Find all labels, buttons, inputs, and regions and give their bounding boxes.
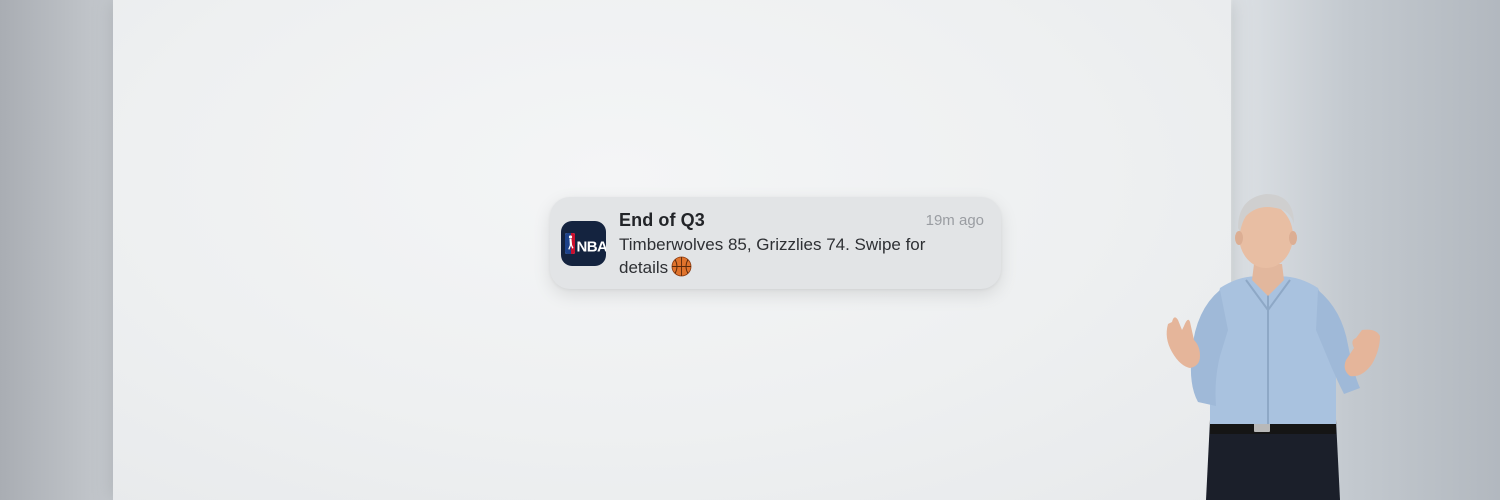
notification-body-text: Timberwolves 85, Grizzlies 74. Swipe for… (619, 235, 926, 277)
basketball-icon (671, 256, 692, 283)
notification-timestamp: 19m ago (925, 212, 984, 229)
keynote-stage: NBA End of Q3 19m ago Timberwolves 85, G… (0, 0, 1500, 500)
nba-logo-text: NBA (577, 239, 607, 256)
presentation-screen: NBA End of Q3 19m ago Timberwolves 85, G… (113, 0, 1231, 500)
notification-banner[interactable]: NBA End of Q3 19m ago Timberwolves 85, G… (550, 197, 1001, 289)
presenter-figure (1150, 180, 1390, 500)
notification-body: Timberwolves 85, Grizzlies 74. Swipe for… (619, 233, 949, 283)
notification-title: End of Q3 (619, 210, 705, 230)
nba-logo-icon: NBA (561, 221, 606, 266)
